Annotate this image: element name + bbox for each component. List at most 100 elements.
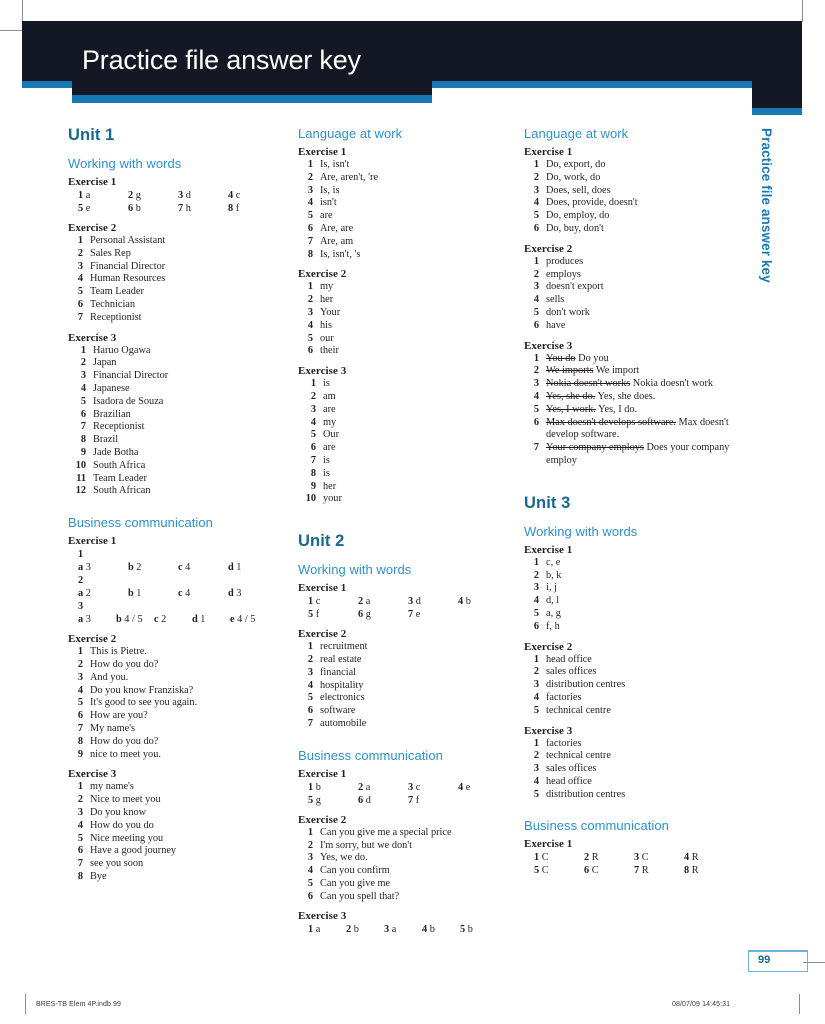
answer-grid-key: 1 [308,596,314,608]
answer-grid-key: c [178,562,183,574]
answer-item: 3 Does, sell, does [524,185,760,198]
answer-number: 7 [533,442,539,454]
crop-mark-top-left [22,0,23,22]
answer-item: 3 Nokia doesn't works Nokia doesn't work [524,378,760,391]
answer-item: 10 South Africa [68,460,284,473]
unit-heading: Unit 3 [524,493,571,512]
answer-grid-key: 7 [408,609,414,621]
answer-grid-cell: 1 a [78,190,91,201]
answer-grid-cell: 2 R [584,852,599,864]
answer-item: 5 our [298,333,514,346]
answer-item: 3 Your [298,307,514,320]
answer-grid-cell: d 1 [228,562,242,574]
answer-grid-cell: 4 b [422,924,435,936]
answer-grid-row: a 2 b 1 c 4 d 3 [68,587,284,600]
answer-grid-row: 5 g 6 d 7 f [298,794,514,807]
unit-heading: Unit 1 [68,126,115,144]
answer-item: 1 Personal Assistant [68,235,284,248]
section-heading: Business communication [68,515,213,531]
answer-number: 1 [533,352,539,364]
answer-grid-row: 1 C 2 R 3 C 4 R [524,851,760,864]
answer-number: 2 [77,794,83,806]
unit-heading: Unit 2 [298,532,345,551]
answer-item: 2 employs [524,269,760,282]
answer-sub-label: 3 [78,601,84,613]
page-number-box [748,950,808,972]
answer-item: 7 Receptionist [68,421,284,434]
answer-number: 4 [77,684,83,696]
answer-grid-row: 1 b 2 a 3 c 4 e [298,781,514,794]
answer-grid-key: 3 [408,596,414,608]
answer-grid-key: 4 [684,852,690,864]
answer-number: 7 [310,454,316,466]
answer-number: 1 [310,378,316,390]
answer-number: 8 [77,870,83,882]
answer-grid-key: 3 [408,781,414,793]
answer-grid-cell: 3 c [408,781,421,793]
answer-list: 1 my 2 her 3 Your 4 his 5 our 6 their [298,281,514,358]
answer-grid-key: 4 [458,596,464,608]
answer-number: 6 [80,408,86,420]
answer-item: 2 Japan [68,357,284,370]
answer-item: 5 Yes, I work. Yes, I do. [524,404,760,417]
answer-item: 11 Team Leader [68,473,284,486]
answer-number: 3 [307,306,313,318]
answer-list: 1 c, e 2 b, k 3 i, j 4 d, l 5 a, g 6 f, h [524,557,760,634]
answer-item: 6 have [524,320,760,333]
answer-number: 4 [80,382,86,394]
answer-grid-key: 7 [408,794,414,806]
answer-number: 3 [77,671,83,683]
section-heading: Business communication [298,747,443,763]
answer-grid-key: 4 [458,781,464,793]
answer-number: 2 [533,750,539,762]
answer-grid-cell: d 1 [192,614,206,626]
answer-number: 1 [307,159,313,170]
exercise-heading: Exercise 1 [298,767,347,780]
answer-grid-key: b [116,614,122,626]
answer-item: 2 am [298,391,514,404]
answer-item: 6 Do, buy, don't [524,223,760,236]
answer-number: 8 [77,735,83,747]
answer-grid-row: a 3 b 4 / 5 c 2 d 1 e 4 / 5 [68,613,284,626]
answer-number: 1 [77,781,83,793]
answer-grid-cell: b 4 / 5 [116,614,143,626]
answer-number: 2 [307,171,313,183]
exercise-heading: Exercise 1 [524,543,573,556]
answer-number: 3 [80,370,86,382]
answer-number: 7 [77,722,83,734]
answer-number: 7 [80,421,86,433]
answer-list: 1 Can you give me a special price 2 I'm sor… [298,827,514,904]
answer-item: 9 nice to meet you. [68,749,284,762]
header-right-block [752,21,802,108]
answer-item: 2 Do, work, do [524,172,760,185]
answer-grid-cell: 1 a [308,924,321,936]
answer-list: 1 factories 2 technical centre 3 sales office… [524,738,760,802]
answer-grid-cell: c 4 [178,588,191,600]
answer-grid-cell: 7 f [408,794,420,806]
answer-item: 6 Max doesn't develops software. Max does… [524,417,760,443]
answer-number: 5 [533,607,539,619]
answer-item: 3 Is, is [298,185,514,198]
answer-key-columns: Unit 1 Working with words Exercise 11 a2 g… [68,126,758,936]
struck-text: We imports [546,365,594,377]
exercise-heading: Exercise 2 [524,242,573,255]
answer-grid-cell: c 2 [154,614,167,626]
answer-grid-cell: 2 a [358,596,371,608]
answer-item: 3 distribution centres [524,679,760,692]
answer-item: 1 This is Pietre. [68,646,284,659]
answer-grid-key: e [230,614,235,626]
answer-grid-key: 5 [534,865,540,877]
answer-item: 1 Can you give me a special price [298,827,514,840]
exercise-heading: Exercise 1 [524,146,573,158]
answer-number: 5 [533,403,539,415]
answer-item: 2 How do you do? [68,659,284,672]
answer-number: 5 [533,306,539,318]
answer-item: 5 It's good to see you again. [68,697,284,710]
answer-number: 5 [533,704,539,716]
answer-number: 4 [533,595,539,607]
answer-grid-key: 2 [358,596,364,608]
answer-item: 4 Do you know Franziska? [68,685,284,698]
answer-grid-key: a [78,614,84,626]
answer-item: 2 Nice to meet you [68,794,284,807]
answer-number: 3 [533,582,539,594]
